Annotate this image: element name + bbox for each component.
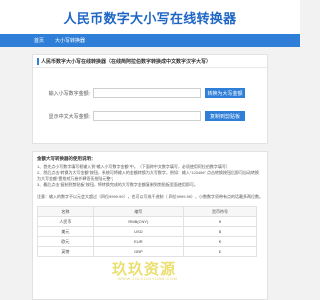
table-cell: 美元 [37, 226, 94, 237]
title-accent-bar [37, 57, 39, 65]
result-field[interactable] [93, 111, 201, 121]
table-cell: ¥ [182, 216, 258, 227]
table-cell: £ [182, 246, 258, 257]
table-cell: € [182, 236, 258, 247]
table-header-row: 名称 缩写 货币符号 [37, 206, 258, 217]
note-text: 注意：输入的数字不以元会大超过（四位9999.99），也可以写成千进制（ 四位9… [37, 194, 264, 199]
copy-button[interactable]: 复制到剪贴板 [205, 111, 245, 121]
nav-home-link[interactable]: 首页 [34, 37, 44, 44]
table-cell: 英镑 [37, 246, 94, 257]
table-cell: GBP [92, 246, 184, 257]
instruction-line: 3、最后点击“复制到剪贴板”按钮，将转换完成的大写数字金额复制到剪贴板里面使用即… [37, 182, 198, 187]
table-cell: EUR [92, 236, 184, 247]
table-cell: RMB(CNY) [92, 216, 184, 227]
table-cell: 人民币 [37, 216, 94, 227]
converter-panel: 人民币数字大小写在线转换器（在线简阿拉伯数字转换成中文数字汉字大写） 输入小写数… [32, 54, 268, 144]
table-row: 人民币 RMB(CNY) ¥ [37, 216, 258, 227]
table-row: 美元 USD $ [37, 226, 258, 237]
table-row: 欧元 EUR € [37, 236, 258, 247]
panel-header: 人民币数字大小写在线转换器（在线简阿拉伯数字转换成中文数字汉字大写） [33, 55, 267, 68]
table-cell: 欧元 [37, 236, 94, 247]
amount-input[interactable] [93, 88, 201, 98]
input-row: 输入小写数字金额: 转换为大写金额 [33, 87, 245, 99]
nav-bar: 首页 大小写转换器 [0, 34, 300, 47]
output-row: 显示中文大写金额: 复制到剪贴板 [33, 110, 245, 122]
instructions-heading: 金额大写转换器的使用说明： [37, 156, 96, 161]
column-header: 名称 [37, 206, 94, 217]
site-title: 人民币数字大小写在线转换器 [63, 10, 237, 26]
table-cell: $ [182, 226, 258, 237]
table-row: 英镑 GBP £ [37, 246, 258, 257]
table-cell: USD [92, 226, 184, 237]
convert-button[interactable]: 转换为大写金额 [205, 88, 245, 98]
column-header: 缩写 [92, 206, 184, 217]
output-label: 显示中文大写金额: [48, 113, 90, 120]
panel-title: 人民币数字大小写在线转换器（在线简阿拉伯数字转换成中文数字汉字大写） [41, 58, 212, 65]
currency-table: 名称 缩写 货币符号 人民币 RMB(CNY) ¥ 美元 USD $ 欧元 EU… [37, 206, 258, 257]
watermark-url: WWW.JIUJIUZIYUAN.COM [118, 276, 178, 281]
site-header: 人民币数字大小写在线转换器 [0, 0, 300, 34]
input-label: 输入小写数字金额: [48, 90, 90, 97]
column-header: 货币符号 [182, 206, 258, 217]
nav-current-link[interactable]: 大小写转换器 [55, 37, 85, 44]
